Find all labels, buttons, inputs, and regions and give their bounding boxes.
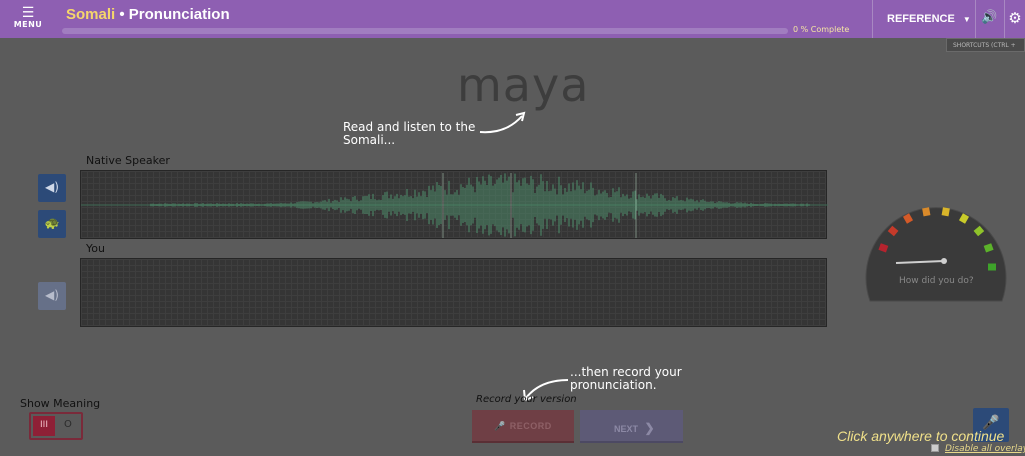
menu-label: MENU: [13, 20, 43, 29]
gear-icon[interactable]: ⚙: [1004, 0, 1025, 38]
turtle-icon: 🐢: [44, 216, 60, 230]
native-speaker-label: Native Speaker: [86, 154, 170, 167]
speaker-icon: ◀): [45, 180, 59, 194]
native-waveform-graphic: [81, 173, 828, 238]
gauge-caption: How did you do?: [899, 276, 974, 286]
title-separator: •: [115, 6, 129, 23]
toggle-on-state: III: [33, 416, 55, 436]
you-label: You: [86, 242, 105, 255]
target-word: maya: [457, 58, 590, 112]
hint-record: ...then record your pronunciation.: [570, 365, 682, 392]
menu-button[interactable]: ☰ MENU: [8, 6, 48, 34]
top-bar: ☰ MENU Somali • Pronunciation 0 % Comple…: [0, 0, 1025, 38]
gauge-tick: [983, 243, 994, 253]
disable-overlay-label: Disable all overlay: [945, 444, 1025, 454]
microphone-icon: 🎤: [494, 421, 506, 431]
chevron-right-icon: ❯: [644, 421, 655, 435]
slow-play-button[interactable]: 🐢: [38, 210, 66, 238]
checkbox[interactable]: [931, 444, 939, 452]
show-meaning-toggle[interactable]: III O: [29, 412, 83, 440]
click-to-continue[interactable]: Click anywhere to continue: [837, 428, 1004, 444]
record-label: RECORD: [509, 421, 552, 431]
play-native-button[interactable]: ◀): [38, 174, 66, 202]
gauge-tick: [878, 243, 889, 253]
disable-overlay-option[interactable]: Disable all overlay: [931, 444, 1025, 454]
record-version-label: Record your version: [476, 394, 577, 405]
progress-text: 0 % Complete: [793, 25, 850, 34]
shortcuts-tooltip: SHORTCUTS (CTRL +: [946, 38, 1025, 52]
speaker-icon[interactable]: 🔊: [975, 0, 1003, 38]
gauge-tick: [973, 225, 985, 237]
gauge-tick: [922, 207, 931, 217]
score-gauge: [865, 207, 1007, 302]
next-label: NEXT: [614, 424, 639, 434]
hint-read-listen: Read and listen to the Somali...: [343, 120, 476, 147]
reference-label: REFERENCE: [887, 13, 955, 25]
reference-dropdown[interactable]: REFERENCE ▼: [872, 0, 974, 38]
gauge-tick: [887, 225, 899, 237]
toggle-off-state: O: [64, 419, 72, 430]
chevron-down-icon: ▼: [962, 15, 971, 24]
gauge-tick: [941, 207, 950, 217]
language-name: Somali: [66, 6, 116, 23]
user-waveform: [80, 258, 827, 327]
page-title: Somali • Pronunciation: [66, 6, 230, 23]
gauge-tick: [902, 213, 914, 224]
menu-icon: ☰: [21, 5, 35, 21]
gauge-tick: [958, 213, 970, 224]
progress-bar: [62, 28, 788, 34]
hint-arrow-up-icon: [479, 111, 526, 134]
section-name: Pronunciation: [128, 6, 230, 23]
next-button[interactable]: NEXT ❯: [580, 410, 683, 443]
record-button[interactable]: 🎤 RECORD: [472, 410, 574, 443]
speaker-icon: ◀): [45, 288, 59, 302]
native-waveform: [80, 170, 828, 239]
play-you-button[interactable]: ◀): [38, 282, 66, 310]
show-meaning-label: Show Meaning: [20, 397, 101, 410]
